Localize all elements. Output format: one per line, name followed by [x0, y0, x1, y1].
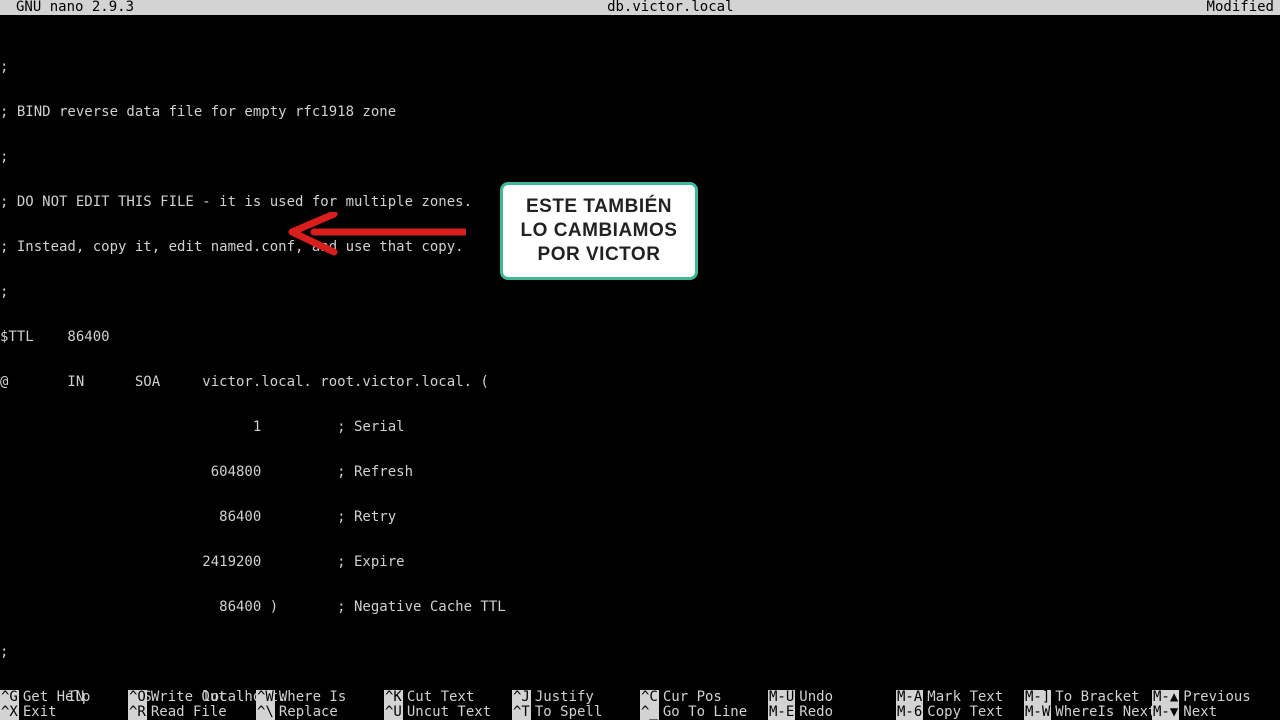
editor-line: 2419200 ; Expire [0, 555, 1280, 570]
editor-line: ; [0, 150, 1280, 165]
editor-line: ; [0, 645, 1280, 660]
shortcut-to-bracket[interactable]: M-]To Bracket [1024, 690, 1152, 705]
shortcut-to-spell[interactable]: ^TTo Spell [512, 705, 640, 720]
shortcut-go-to-line[interactable]: ^_Go To Line [640, 705, 768, 720]
titlebar: GNU nano 2.9.3 db.victor.local Modified [0, 0, 1280, 15]
annotation-line: POR VICTOR [511, 243, 687, 267]
shortcut-get-help[interactable]: ^GGet Help [0, 690, 128, 705]
editor-line: 86400 ; Retry [0, 510, 1280, 525]
editor-line: 86400 ) ; Negative Cache TTL [0, 600, 1280, 615]
shortcut-row-1: ^GGet Help ^OWrite Out ^WWhere Is ^KCut … [0, 690, 1280, 705]
editor-line: $TTL 86400 [0, 330, 1280, 345]
shortcut-replace[interactable]: ^\Replace [256, 705, 384, 720]
editor-line: ; [0, 285, 1280, 300]
shortcut-where-is[interactable]: ^WWhere Is [256, 690, 384, 705]
shortcut-bar: ^GGet Help ^OWrite Out ^WWhere Is ^KCut … [0, 690, 1280, 720]
editor-line: 1 ; Serial [0, 420, 1280, 435]
shortcut-undo[interactable]: M-UUndo [768, 690, 896, 705]
editor-line: @ IN SOA victor.local. root.victor.local… [0, 375, 1280, 390]
shortcut-write-out[interactable]: ^OWrite Out [128, 690, 256, 705]
shortcut-cut-text[interactable]: ^KCut Text [384, 690, 512, 705]
editor-area[interactable]: ; ; BIND reverse data file for empty rfc… [0, 30, 1280, 720]
shortcut-previous[interactable]: M-▲Previous [1152, 690, 1280, 705]
shortcut-exit[interactable]: ^XExit [0, 705, 128, 720]
annotation-callout: ESTE TAMBIÉN LO CAMBIAMOS POR VICTOR [500, 182, 698, 280]
annotation-line: ESTE TAMBIÉN [511, 195, 687, 219]
editor-line: ; [0, 60, 1280, 75]
shortcut-read-file[interactable]: ^RRead File [128, 705, 256, 720]
shortcut-copy-text[interactable]: M-6Copy Text [896, 705, 1024, 720]
shortcut-whereis-next[interactable]: M-WWhereIs Next [1024, 705, 1152, 720]
shortcut-mark-text[interactable]: M-AMark Text [896, 690, 1024, 705]
shortcut-cur-pos[interactable]: ^CCur Pos [640, 690, 768, 705]
shortcut-justify[interactable]: ^JJustify [512, 690, 640, 705]
modified-status: Modified [1207, 0, 1278, 15]
shortcut-next[interactable]: M-▼Next [1152, 705, 1280, 720]
annotation-line: LO CAMBIAMOS [511, 219, 687, 243]
app-name: GNU nano 2.9.3 [2, 0, 134, 15]
editor-line: 604800 ; Refresh [0, 465, 1280, 480]
shortcut-uncut-text[interactable]: ^UUncut Text [384, 705, 512, 720]
editor-line: ; BIND reverse data file for empty rfc19… [0, 105, 1280, 120]
shortcut-redo[interactable]: M-ERedo [768, 705, 896, 720]
shortcut-row-2: ^XExit ^RRead File ^\Replace ^UUncut Tex… [0, 705, 1280, 720]
filename: db.victor.local [607, 0, 733, 15]
